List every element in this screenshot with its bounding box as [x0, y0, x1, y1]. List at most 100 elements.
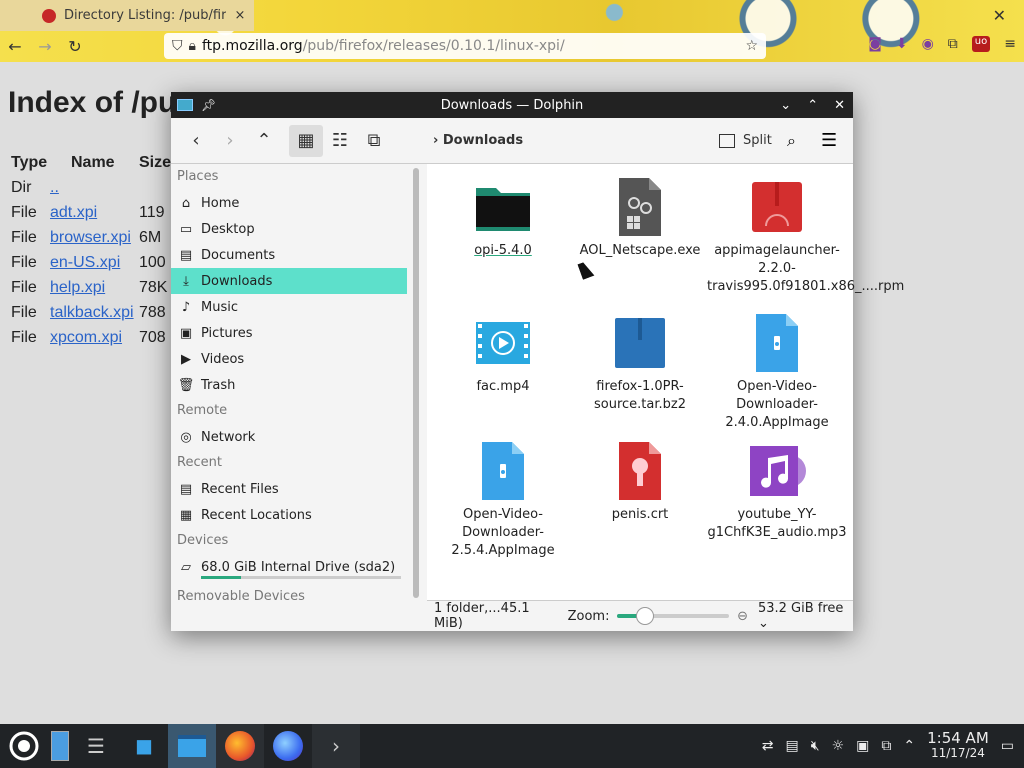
volume-muted-icon[interactable]: 🔇︎: [811, 738, 820, 754]
menu-icon[interactable]: ≡: [1004, 36, 1016, 52]
file-name: Open-Video-Downloader-2.4.0.AppImage: [725, 379, 829, 430]
row-link[interactable]: xpcom.xpi: [50, 329, 122, 346]
account-icon[interactable]: ◉: [922, 36, 934, 52]
sidebar-item-music[interactable]: ♪ Music: [171, 294, 407, 320]
icons-view-button[interactable]: ▦: [289, 124, 323, 157]
dolphin-task[interactable]: [168, 724, 216, 768]
sidebar-item-downloads[interactable]: ⤓ Downloads: [171, 268, 407, 294]
insecure-lock-icon[interactable]: 🔒︎: [189, 38, 196, 54]
url-bar[interactable]: ⛉ 🔒︎ ftp.mozilla.org /pub/firefox/releas…: [164, 33, 766, 59]
discover-button[interactable]: ◼: [120, 724, 168, 768]
show-desktop-icon[interactable]: ▭: [1001, 738, 1014, 754]
item-label: Desktop: [201, 221, 255, 237]
places-scrollbar[interactable]: [413, 168, 419, 598]
file-item[interactable]: opi-5.4.0: [433, 178, 573, 260]
item-label: Home: [201, 195, 240, 211]
item-label: Documents: [201, 247, 276, 263]
extensions-icon[interactable]: ⧉: [948, 36, 958, 52]
file-item[interactable]: appimagelauncher-2.2.0-travis995.0f91801…: [707, 178, 904, 296]
pager-button[interactable]: [48, 724, 72, 768]
file-item[interactable]: Open-Video-Downloader-2.5.4.AppImage: [433, 442, 573, 560]
listing-row: File adt.xpi 119: [11, 200, 179, 225]
terminal-task[interactable]: ›: [312, 724, 360, 768]
file-item[interactable]: Open-Video-Downloader-2.4.0.AppImage: [707, 314, 847, 432]
details-view-button[interactable]: ⧉: [357, 130, 391, 151]
compact-view-button[interactable]: ☷: [323, 130, 357, 151]
reload-icon[interactable]: ↻: [60, 37, 90, 56]
shield-icon[interactable]: ⛉: [172, 38, 183, 54]
pictures-icon: ▣: [179, 325, 193, 341]
hamburger-menu-icon[interactable]: ☰: [821, 130, 837, 151]
desktop-icon: ▭: [179, 221, 193, 237]
file-item[interactable]: penis.crt: [570, 442, 710, 524]
dolphin-titlebar[interactable]: 📌︎ Downloads — Dolphin ⌄ ⌃ ✕: [171, 92, 853, 118]
breadcrumb[interactable]: › Downloads: [433, 133, 523, 148]
clipboard-icon[interactable]: ▤: [786, 738, 799, 754]
listing-row: File en-US.xpi 100: [11, 250, 179, 275]
dolphin-toolbar: ‹ › ⌃ ▦ ☷ ⧉ › Downloads Split ⌕ ☰: [171, 118, 853, 164]
download-icon[interactable]: ⬇: [896, 36, 908, 52]
maximize-icon[interactable]: ⌃: [807, 98, 818, 113]
videos-icon: ▶: [181, 351, 191, 367]
sidebar-item-desktop[interactable]: ▭ Desktop: [171, 216, 407, 242]
up-button[interactable]: ⌃: [247, 130, 281, 151]
sidebar-item-home[interactable]: ⌂ Home: [171, 190, 407, 216]
file-item[interactable]: youtube_YY-g1ChfK3E_audio.mp3: [707, 442, 847, 542]
sidebar-item-videos[interactable]: ▶ Videos: [171, 346, 407, 372]
appimage-icon: [474, 442, 532, 500]
sidebar-item-recent-files[interactable]: ▤ Recent Files: [171, 476, 407, 502]
sidebar-item-recent-locations[interactable]: ▦ Recent Locations: [171, 502, 407, 528]
minimize-icon[interactable]: ⌄: [780, 98, 791, 113]
bookmark-star-icon[interactable]: ☆: [745, 38, 758, 54]
back-icon[interactable]: ←: [0, 37, 30, 56]
brightness-icon[interactable]: ☼: [832, 738, 845, 754]
forward-icon[interactable]: →: [30, 37, 60, 56]
file-item[interactable]: AOL_Netscape.exe: [570, 178, 710, 260]
row-link[interactable]: adt.xpi: [50, 204, 97, 221]
close-icon[interactable]: ✕: [834, 98, 845, 113]
back-button[interactable]: ‹: [179, 130, 213, 151]
split-label: Split: [743, 133, 772, 148]
disk-icon[interactable]: ▣: [856, 738, 869, 754]
sidebar-item-pictures[interactable]: ▣ Pictures: [171, 320, 407, 346]
sidebar-item-documents[interactable]: ▤ Documents: [171, 242, 407, 268]
row-link[interactable]: en-US.xpi: [50, 254, 120, 271]
split-button[interactable]: Split: [719, 133, 772, 148]
file-name: youtube_YY-g1ChfK3E_audio.mp3: [707, 507, 847, 540]
sidebar-item-network[interactable]: ◎ Network: [171, 424, 407, 450]
search-icon[interactable]: ⌕: [787, 131, 796, 151]
file-manager-icon: [178, 735, 206, 757]
tray-expand-icon[interactable]: ⌃: [903, 738, 915, 754]
system-settings-button[interactable]: ☰: [72, 724, 120, 768]
ublock-icon[interactable]: uo: [971, 36, 991, 52]
kde-connect-icon[interactable]: ⇄: [762, 738, 774, 754]
row-link[interactable]: browser.xpi: [50, 229, 131, 246]
browser-tab[interactable]: Directory Listing: /pub/fir ×: [0, 0, 254, 31]
row-link[interactable]: ..: [50, 179, 59, 196]
zoom-slider[interactable]: [617, 607, 730, 625]
item-label: Pictures: [201, 325, 253, 341]
zoom-handle[interactable]: [636, 607, 655, 625]
clock[interactable]: 1:54 AM 11/17/24: [927, 731, 989, 761]
executable-icon: [611, 178, 669, 236]
forward-button[interactable]: ›: [213, 130, 247, 151]
firefox-dev-task[interactable]: [264, 724, 312, 768]
window-close-button[interactable]: ✕: [993, 6, 1006, 25]
sidebar-item-trash[interactable]: 🗑︎ Trash: [171, 372, 407, 398]
network-icon[interactable]: ⧉: [881, 738, 891, 754]
tab-close-button[interactable]: ×: [226, 8, 254, 23]
desktop-pager-icon: [51, 731, 69, 761]
toolbar-icons: ◙ ⬇ ◉ ⧉ uo ≡: [868, 36, 1016, 52]
pocket-icon[interactable]: ◙: [868, 36, 882, 52]
downloads-icon: ⤓: [183, 273, 189, 289]
file-item[interactable]: fac.mp4: [433, 314, 573, 396]
file-item[interactable]: firefox-1.0PR-source.tar.bz2: [570, 314, 710, 414]
row-link[interactable]: help.xpi: [50, 279, 105, 296]
firefox-task[interactable]: [216, 724, 264, 768]
row-link[interactable]: talkback.xpi: [50, 304, 134, 321]
app-launcher-button[interactable]: [0, 724, 48, 768]
sidebar-item-drive[interactable]: ▱ 68.0 GiB Internal Drive (sda2): [171, 554, 407, 580]
free-space-dropdown[interactable]: 53.2 GiB free ⌄: [758, 601, 853, 631]
settings-icon: ☰: [87, 734, 105, 758]
terminal-icon: ›: [332, 734, 340, 758]
